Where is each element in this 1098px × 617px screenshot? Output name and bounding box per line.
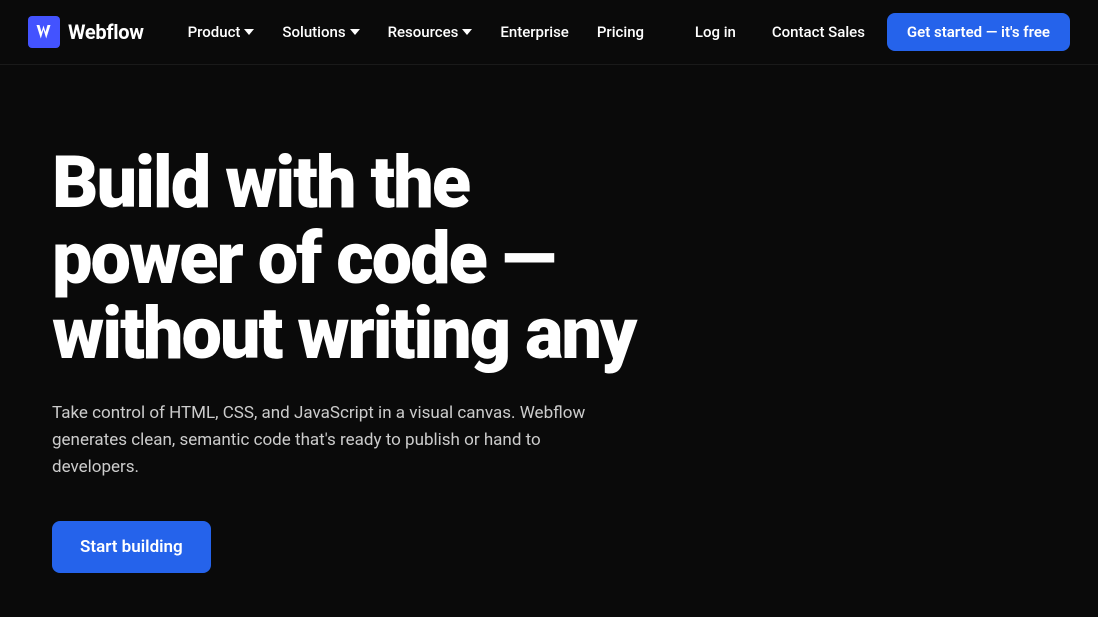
hero-section: Build with the power of code — without w…	[0, 65, 1098, 573]
hero-content: Build with the power of code — without w…	[0, 65, 720, 573]
nav-solutions[interactable]: Solutions	[270, 15, 371, 49]
webflow-logo-icon	[28, 16, 60, 48]
contact-sales-link[interactable]: Contact Sales	[758, 15, 879, 49]
hero-heading: Build with the power of code — without w…	[52, 145, 668, 372]
logo-link[interactable]: Webflow	[28, 16, 144, 48]
nav-pricing[interactable]: Pricing	[585, 15, 656, 49]
navbar: Webflow Product Solutions Resources Ente…	[0, 0, 1098, 65]
logo-text: Webflow	[68, 20, 144, 44]
chevron-down-icon	[462, 29, 472, 35]
nav-enterprise[interactable]: Enterprise	[488, 15, 580, 49]
get-started-button[interactable]: Get started — it's free	[887, 13, 1070, 51]
nav-links: Product Solutions Resources Enterprise P…	[176, 15, 681, 49]
start-building-button[interactable]: Start building	[52, 521, 211, 573]
chevron-down-icon	[244, 29, 254, 35]
login-link[interactable]: Log in	[681, 15, 750, 49]
hero-subtext: Take control of HTML, CSS, and JavaScrip…	[52, 400, 592, 482]
nav-resources[interactable]: Resources	[376, 15, 485, 49]
chevron-down-icon	[350, 29, 360, 35]
nav-right: Log in Contact Sales Get started — it's …	[681, 13, 1070, 51]
nav-product[interactable]: Product	[176, 15, 267, 49]
